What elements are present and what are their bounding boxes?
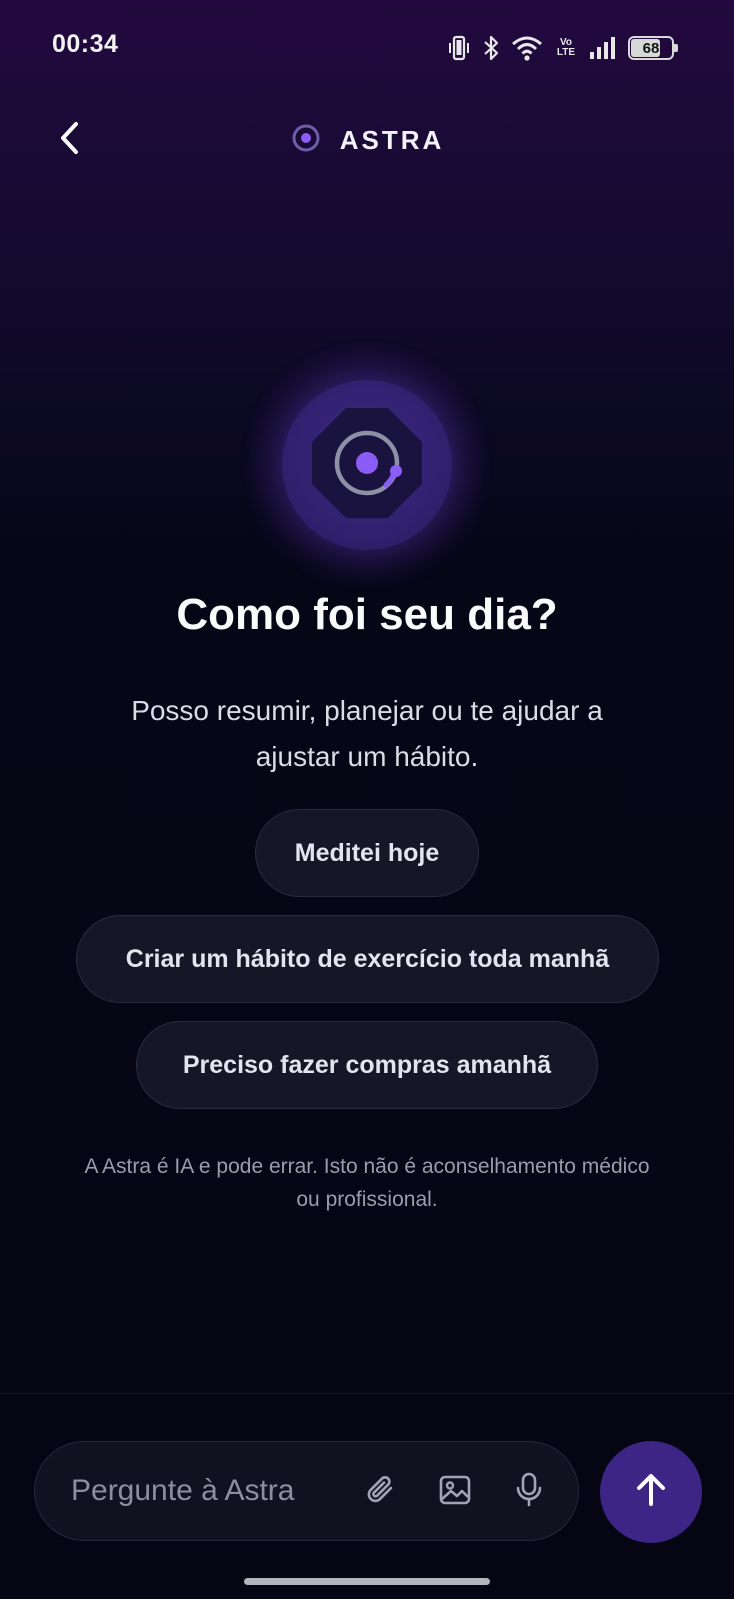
header: ASTRA [0,100,734,180]
volte-icon: Vo LTE [556,37,576,58]
image-button[interactable] [435,1472,475,1512]
image-icon [438,1473,472,1512]
composer-divider [0,1393,734,1394]
status-time: 00:34 [52,30,119,58]
header-title-group: ASTRA [0,100,734,180]
wifi-icon [511,35,543,61]
paperclip-icon [364,1473,398,1512]
arrow-up-icon [631,1470,671,1515]
header-title: ASTRA [339,124,445,155]
vibrate-icon [447,35,471,61]
battery-icon: 68 [628,36,678,60]
microphone-icon [514,1472,544,1513]
signal-icon [589,36,617,60]
attach-button[interactable] [361,1472,401,1512]
message-input[interactable] [71,1466,331,1516]
battery-tip [674,44,678,52]
suggestion-chip[interactable]: Preciso fazer compras amanhã [136,1021,598,1109]
status-icons: Vo LTE 68 [447,33,678,63]
suggestion-chip[interactable]: Meditei hoje [255,809,479,897]
microphone-button[interactable] [509,1472,549,1512]
status-bar: 00:34 Vo LTE 68 [0,0,734,95]
message-composer [34,1441,579,1541]
greeting-title: Como foi seu dia? [176,590,558,639]
astra-orbit-icon [290,122,322,159]
send-button[interactable] [600,1441,702,1543]
suggestion-chip[interactable]: Criar um hábito de exercício toda manhã [76,915,659,1003]
greeting-subtitle: Posso resumir, planejar ou te ajudar a a… [131,695,603,772]
home-indicator[interactable] [244,1578,490,1585]
bluetooth-icon [482,35,500,61]
battery-level: 68 [642,39,660,57]
astra-orbit-icon [312,407,422,523]
hero-logo [282,380,452,550]
ai-disclaimer: A Astra é IA e pode errar. Isto não é ac… [84,1155,650,1211]
